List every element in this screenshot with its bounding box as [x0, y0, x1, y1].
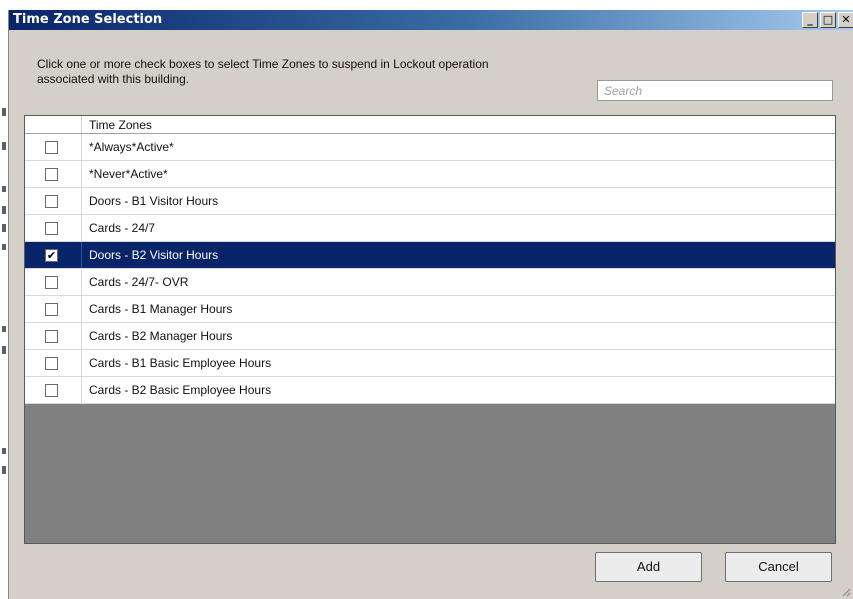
- time-zone-label: Cards - B2 Manager Hours: [89, 329, 233, 343]
- time-zones-column-header[interactable]: Time Zones: [89, 118, 152, 132]
- checkbox-cell: [25, 377, 82, 403]
- instructions-line-1: Click one or more check boxes to select …: [37, 57, 489, 71]
- time-zone-label: *Never*Active*: [89, 167, 168, 181]
- time-zones-grid: Time Zones *Always*Active* *Never*Active*…: [24, 115, 836, 544]
- checkbox-cell: [25, 134, 82, 160]
- instructions-line-2: associated with this building.: [37, 72, 190, 86]
- checkbox-cell: [25, 269, 82, 295]
- checkbox-cell: [25, 296, 82, 322]
- time-zone-label: Cards - 24/7- OVR: [89, 275, 189, 289]
- table-row[interactable]: Cards - 24/7: [25, 215, 835, 242]
- table-row[interactable]: Cards - 24/7- OVR: [25, 269, 835, 296]
- checkbox-cell: [25, 188, 82, 214]
- row-checkbox[interactable]: [45, 384, 58, 397]
- search-input[interactable]: [598, 81, 832, 100]
- time-zone-label: Cards - B1 Basic Employee Hours: [89, 356, 272, 370]
- row-checkbox[interactable]: [45, 330, 58, 343]
- title-bar-buttons: _ □ ✕: [802, 12, 853, 28]
- grid-rows: *Always*Active* *Never*Active* Doors - B1 …: [25, 134, 835, 404]
- checkbox-cell: [25, 215, 82, 241]
- row-checkbox[interactable]: ✔: [45, 249, 58, 262]
- table-row[interactable]: Cards - B2 Manager Hours: [25, 323, 835, 350]
- grid-header: Time Zones: [25, 116, 835, 134]
- row-checkbox[interactable]: [45, 222, 58, 235]
- time-zone-label: Doors - B1 Visitor Hours: [89, 194, 219, 208]
- checkbox-cell: [25, 323, 82, 349]
- search-box: [597, 80, 833, 101]
- table-row[interactable]: Cards - B2 Basic Employee Hours: [25, 377, 835, 404]
- checkbox-cell: ✔: [25, 242, 82, 268]
- table-row[interactable]: ✔ Doors - B2 Visitor Hours: [25, 242, 835, 269]
- instructions-text: Click one or more check boxes to select …: [37, 57, 597, 87]
- time-zone-label: Doors - B2 Visitor Hours: [89, 248, 219, 262]
- time-zone-selection-dialog: Time Zone Selection _ □ ✕ Click one or m…: [8, 10, 853, 599]
- cancel-button[interactable]: Cancel: [725, 552, 832, 582]
- row-checkbox[interactable]: [45, 195, 58, 208]
- time-zone-label: *Always*Active*: [89, 140, 174, 154]
- checkbox-cell: [25, 350, 82, 376]
- table-row[interactable]: Cards - B1 Basic Employee Hours: [25, 350, 835, 377]
- add-button[interactable]: Add: [595, 552, 702, 582]
- row-checkbox[interactable]: [45, 141, 58, 154]
- row-checkbox[interactable]: [45, 303, 58, 316]
- row-checkbox[interactable]: [45, 276, 58, 289]
- maximize-button[interactable]: □: [820, 12, 836, 28]
- table-row[interactable]: Cards - B1 Manager Hours: [25, 296, 835, 323]
- checkbox-cell: [25, 161, 82, 187]
- resize-grip-icon[interactable]: [841, 587, 851, 597]
- minimize-button[interactable]: _: [802, 12, 818, 28]
- time-zone-label: Cards - 24/7: [89, 221, 156, 235]
- time-zone-label: Cards - B1 Manager Hours: [89, 302, 233, 316]
- row-checkbox[interactable]: [45, 357, 58, 370]
- time-zone-label: Cards - B2 Basic Employee Hours: [89, 383, 272, 397]
- table-row[interactable]: *Never*Active*: [25, 161, 835, 188]
- title-bar[interactable]: Time Zone Selection _ □ ✕: [9, 10, 853, 30]
- checkbox-column-header[interactable]: [25, 116, 82, 133]
- window-title: Time Zone Selection: [13, 12, 163, 27]
- row-checkbox[interactable]: [45, 168, 58, 181]
- close-button[interactable]: ✕: [838, 12, 853, 28]
- table-row[interactable]: Doors - B1 Visitor Hours: [25, 188, 835, 215]
- table-row[interactable]: *Always*Active*: [25, 134, 835, 161]
